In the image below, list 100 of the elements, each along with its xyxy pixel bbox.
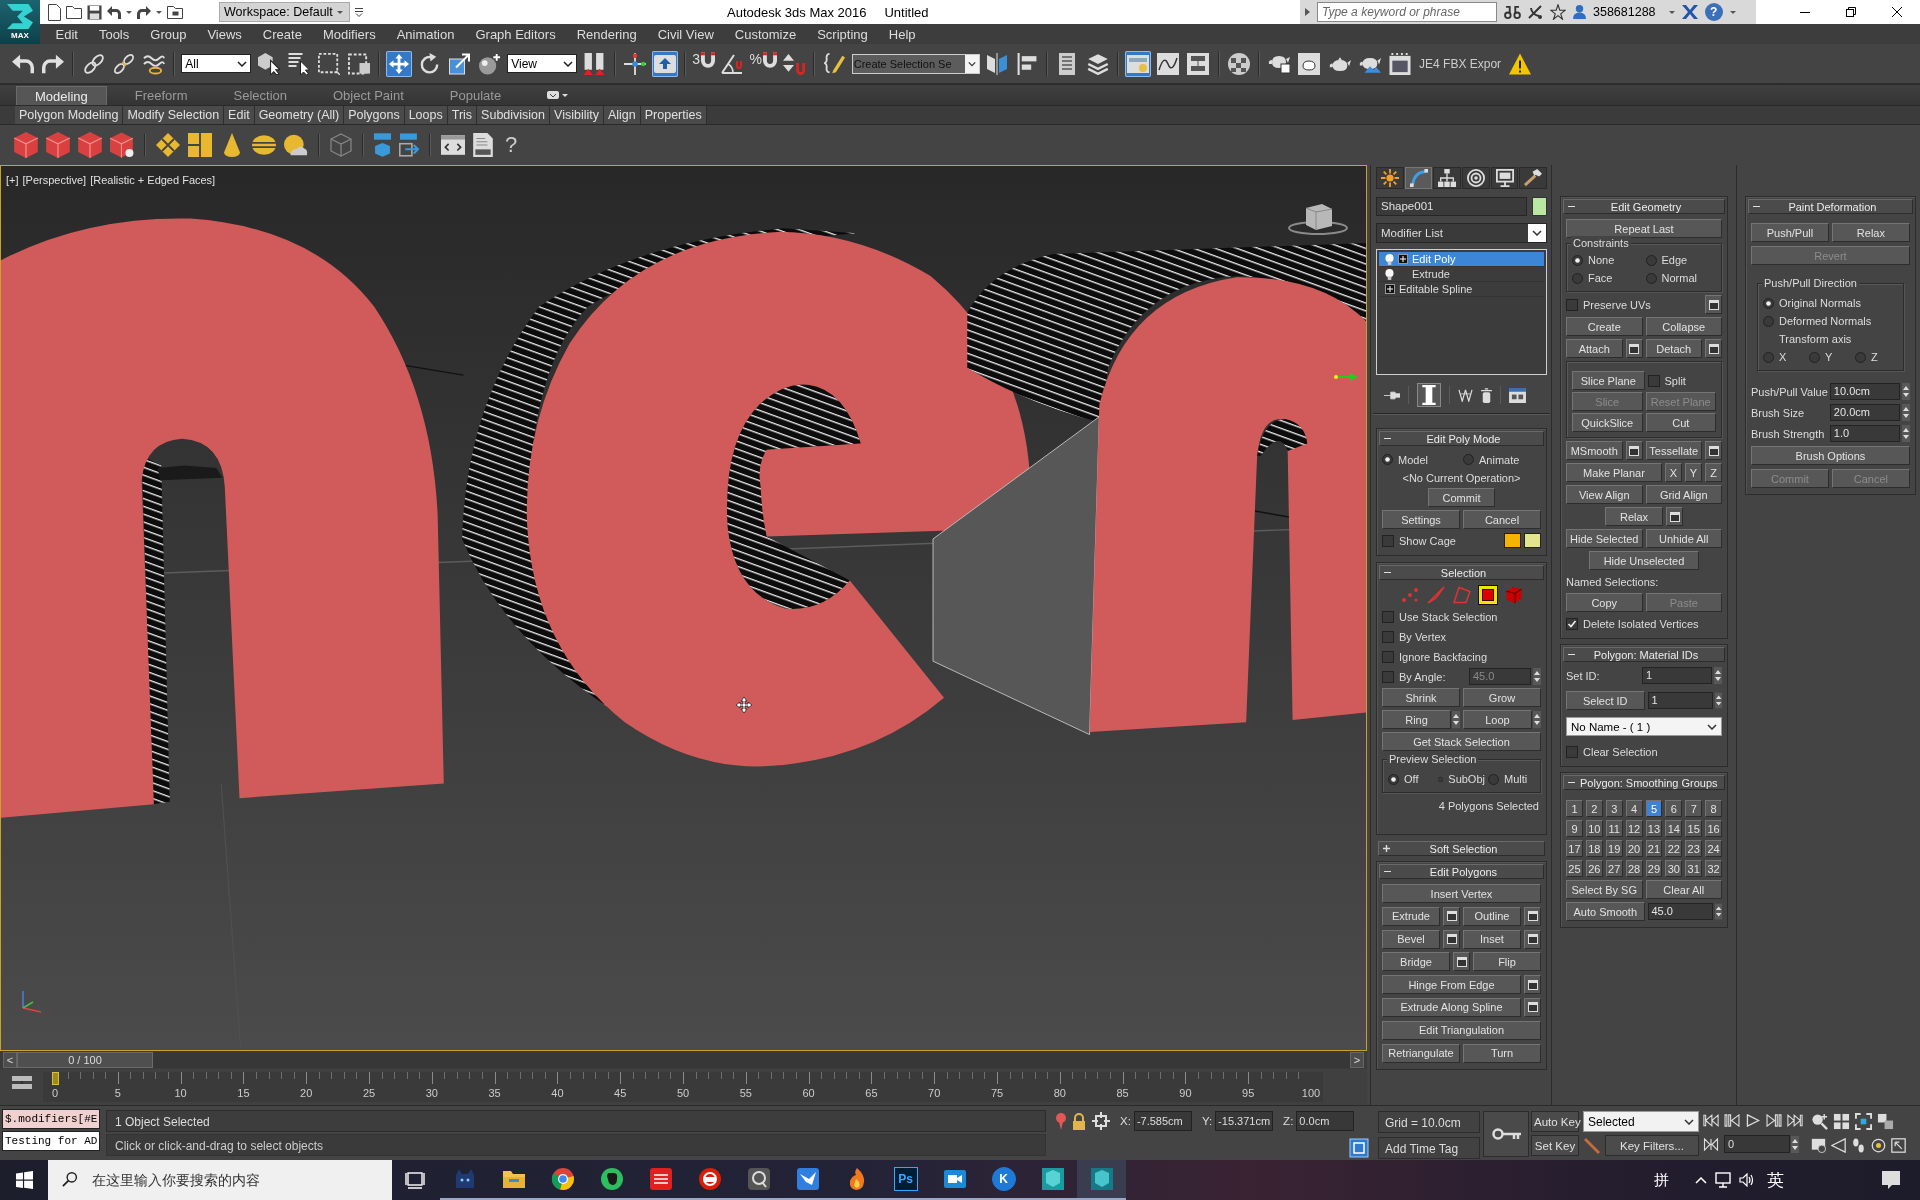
menu-item[interactable]: Customize <box>724 26 807 42</box>
smoothing-group-button[interactable]: 26 <box>1585 860 1603 877</box>
smoothing-group-button[interactable]: 28 <box>1625 860 1643 877</box>
track-bar[interactable]: 0 5 10 15 20 25 30 35 40 45 50 55 60 65 70 75 80 85 90 95 100 <box>43 1072 1323 1102</box>
smoothing-group-button[interactable]: 19 <box>1605 840 1623 857</box>
ribbon-panel-tab[interactable]: Geometry (All) <box>254 106 345 124</box>
expand-arrow-icon[interactable] <box>1305 8 1310 16</box>
object-color-swatch[interactable] <box>1532 197 1547 216</box>
radio-button[interactable] <box>1763 351 1774 363</box>
fork-icon[interactable] <box>1458 388 1473 402</box>
smoothing-group-button[interactable]: 14 <box>1665 820 1683 837</box>
binoculars-icon[interactable] <box>1504 5 1521 19</box>
user-icon[interactable] <box>1573 5 1586 19</box>
time-slider[interactable]: 0 / 100 <box>17 1052 1350 1068</box>
pin-icon[interactable] <box>1384 390 1400 400</box>
radio-button[interactable] <box>1463 454 1474 465</box>
settings-button[interactable] <box>1666 507 1684 526</box>
smoothing-group-button[interactable]: 12 <box>1625 820 1643 837</box>
panel-tab[interactable] <box>1404 167 1433 189</box>
ribbon-tab[interactable]: Populate <box>431 86 520 105</box>
up-down-arrows-icon[interactable] <box>1533 668 1541 685</box>
command-button[interactable]: Grid Align <box>1645 485 1722 504</box>
command-button[interactable]: Grow <box>1463 688 1541 707</box>
smoothing-group-button[interactable]: 32 <box>1705 860 1722 877</box>
log-file-icon[interactable] <box>473 133 493 157</box>
command-button[interactable]: Cut <box>1645 413 1716 432</box>
rollout-header[interactable]: Selection <box>1379 565 1544 580</box>
time-slider-thumb[interactable]: 0 / 100 <box>17 1052 153 1068</box>
frame-icon[interactable] <box>1349 1138 1369 1158</box>
help-button[interactable]: ? <box>505 132 518 158</box>
coordinate-system-dropdown[interactable]: View <box>507 54 578 73</box>
cube-icon[interactable] <box>14 132 38 158</box>
command-button[interactable]: Relax <box>1604 507 1664 526</box>
help-button[interactable]: ? <box>1704 3 1723 21</box>
up-down-arrows-icon[interactable] <box>1533 710 1541 729</box>
stack-item[interactable]: Edit Poly <box>1379 252 1544 267</box>
ribbon-panel-tab[interactable]: Align <box>603 106 641 124</box>
caret-icon[interactable] <box>1668 10 1675 14</box>
menu-item[interactable]: Animation <box>386 26 465 42</box>
crosshair-box-icon[interactable] <box>1092 1112 1110 1130</box>
rollout-header[interactable]: Edit Polygons <box>1379 864 1544 879</box>
search-field[interactable]: 在这里输入你要搜索的内容 <box>90 1168 380 1192</box>
up-down-arrows-icon[interactable] <box>1791 1135 1799 1153</box>
new-file-icon[interactable] <box>48 3 61 21</box>
move-icon[interactable] <box>386 50 413 77</box>
panel-tab[interactable] <box>1462 167 1490 189</box>
step-back-icon[interactable] <box>1724 1114 1740 1127</box>
smoothing-group-button[interactable]: 31 <box>1685 860 1703 877</box>
checkbox[interactable] <box>1566 617 1578 630</box>
rollout-header[interactable]: Polygon: Material IDs <box>1563 647 1725 662</box>
command-button[interactable]: Commit <box>1427 488 1496 507</box>
four-squares-icon[interactable] <box>1833 1113 1850 1130</box>
smoothing-group-button[interactable]: 18 <box>1585 840 1603 857</box>
settings-button[interactable] <box>1524 929 1541 949</box>
orbit-icon[interactable] <box>1871 1138 1886 1153</box>
set-key-mode-button[interactable] <box>1483 1111 1529 1157</box>
cube-export-icon[interactable] <box>374 133 391 157</box>
satellite-dish-icon[interactable] <box>1528 4 1543 20</box>
radio-button[interactable] <box>1572 272 1583 284</box>
checkbox[interactable] <box>1382 534 1394 547</box>
viewport-label[interactable]: [Perspective] <box>22 174 87 186</box>
smoothing-group-button[interactable]: 30 <box>1665 860 1683 877</box>
color-swatch[interactable] <box>1524 533 1541 548</box>
checker-sphere-icon[interactable] <box>1225 50 1252 77</box>
selection-set-field[interactable]: Create Selection Se <box>852 54 965 73</box>
settings-button[interactable] <box>1705 295 1722 314</box>
settings-button[interactable] <box>1705 441 1722 460</box>
command-button[interactable]: Relax <box>1831 223 1910 242</box>
rollout-header[interactable]: Soft Selection <box>1378 841 1545 856</box>
color-swatch[interactable] <box>1504 533 1521 548</box>
command-button[interactable]: Unhide All <box>1645 529 1722 548</box>
panel-tab[interactable] <box>1490 167 1519 189</box>
command-button[interactable]: Tessellate <box>1645 441 1702 460</box>
stacked-bars-icon[interactable] <box>12 1076 32 1090</box>
ribbon-panel-tab[interactable]: Tris <box>447 106 478 124</box>
undo-icon[interactable] <box>107 5 121 19</box>
menu-caret-icon[interactable] <box>355 7 363 17</box>
up-down-arrows-icon[interactable] <box>1714 692 1722 709</box>
command-button[interactable]: Bridge <box>1382 952 1450 972</box>
settings-button[interactable] <box>1453 952 1470 972</box>
search-field[interactable]: Type a keyword or phrase <box>1317 2 1497 22</box>
radio-button[interactable] <box>1572 254 1583 266</box>
frame-corners-icon[interactable] <box>1855 1113 1872 1130</box>
command-button[interactable]: Settings <box>1382 510 1460 529</box>
ribbon-window-icon[interactable] <box>1125 50 1151 77</box>
skip-end-icon[interactable] <box>1787 1114 1803 1127</box>
trash-icon[interactable] <box>1481 387 1492 403</box>
rollout-header[interactable]: Edit Poly Mode <box>1379 431 1544 446</box>
wireframe-cube-icon[interactable] <box>330 133 352 157</box>
next-frame-button[interactable]: > <box>1350 1052 1364 1068</box>
up-down-arrows-icon[interactable] <box>1452 710 1460 729</box>
schematic-icon[interactable] <box>1185 50 1212 77</box>
maximize-icon[interactable] <box>1891 1138 1906 1153</box>
radio-button[interactable] <box>1382 454 1393 465</box>
smoothing-group-button[interactable]: 2 <box>1585 800 1603 817</box>
export-arrow-icon[interactable] <box>399 133 419 157</box>
rollout-header[interactable]: Paint Deformation <box>1748 199 1913 214</box>
up-down-arrows-icon[interactable] <box>1714 903 1722 920</box>
smoothing-group-button[interactable]: 1 <box>1566 800 1583 817</box>
vertex-dots-icon[interactable] <box>1399 585 1420 605</box>
